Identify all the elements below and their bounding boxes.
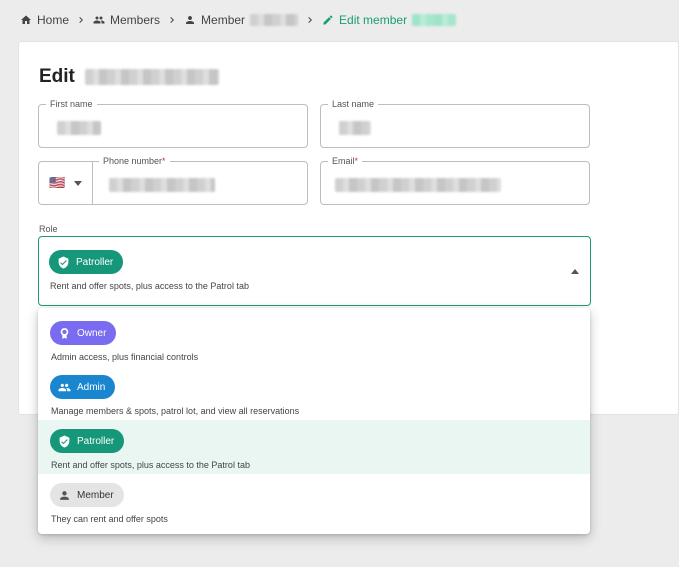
role-option-description: Manage members & spots, patrol lot, and … xyxy=(51,406,300,416)
redacted-value xyxy=(339,121,371,135)
chevron-right-icon xyxy=(69,14,93,26)
role-option-member[interactable]: Member They can rent and offer spots xyxy=(38,474,590,528)
required-marker: * xyxy=(162,156,166,166)
person-icon xyxy=(186,16,195,24)
role-chip-patroller: Patroller xyxy=(49,250,124,274)
redacted-name xyxy=(84,69,219,85)
last-name-label: Last name xyxy=(328,98,379,110)
breadcrumb-home[interactable]: Home xyxy=(20,13,69,27)
phone-label: Phone number* xyxy=(99,155,170,167)
breadcrumb-home-label: Home xyxy=(37,13,70,27)
role-option-description: Admin access, plus financial controls xyxy=(51,352,199,362)
shield-check-icon xyxy=(56,255,70,269)
pencil-icon xyxy=(323,15,333,25)
home-icon xyxy=(21,15,31,24)
person-icon xyxy=(57,488,71,502)
chevron-right-icon xyxy=(160,14,184,26)
country-select[interactable]: 🇺🇸 xyxy=(39,162,93,204)
breadcrumb-edit-label: Edit member xyxy=(339,13,408,27)
role-select[interactable]: Patroller Rent and offer spots, plus acc… xyxy=(38,236,591,306)
people-icon xyxy=(93,16,105,24)
people-icon xyxy=(57,380,71,394)
role-option-label: Patroller xyxy=(77,435,115,447)
required-marker: * xyxy=(354,156,359,166)
page-title: Edit xyxy=(39,66,219,88)
caret-down-icon xyxy=(73,180,82,186)
role-description: Rent and offer spots, plus access to the… xyxy=(50,281,249,291)
role-chip-member: Member xyxy=(50,483,124,507)
phone-label-text: Phone number xyxy=(103,156,163,166)
role-chip-label: Patroller xyxy=(76,256,114,268)
redacted-name xyxy=(250,14,299,26)
role-dropdown-menu: Owner Admin access, plus financial contr… xyxy=(38,308,590,534)
role-label: Role xyxy=(39,224,58,234)
last-name-field[interactable]: Last name xyxy=(320,98,590,148)
role-chip-owner: Owner xyxy=(50,321,117,345)
shield-check-icon xyxy=(57,434,71,448)
redacted-value xyxy=(109,178,215,192)
breadcrumb-members-label: Members xyxy=(110,13,161,27)
breadcrumb-member[interactable]: Member xyxy=(184,13,299,27)
role-option-description: They can rent and offer spots xyxy=(51,514,168,524)
us-flag-icon: 🇺🇸 xyxy=(49,175,66,190)
role-option-patroller[interactable]: Patroller Rent and offer spots, plus acc… xyxy=(38,420,590,474)
first-name-label: First name xyxy=(46,98,97,110)
chevron-right-icon xyxy=(298,14,322,26)
role-option-admin[interactable]: Admin Manage members & spots, patrol lot… xyxy=(38,366,590,420)
breadcrumb-member-label: Member xyxy=(201,13,246,27)
breadcrumb-members[interactable]: Members xyxy=(93,13,160,27)
role-option-label: Member xyxy=(77,489,114,501)
first-name-field[interactable]: First name xyxy=(38,98,308,148)
email-label-text: Email xyxy=(332,156,355,166)
email-label: Email* xyxy=(328,155,363,167)
breadcrumb: Home Members Member Edit member xyxy=(20,11,457,29)
redacted-value xyxy=(335,178,501,192)
award-icon xyxy=(57,326,71,340)
role-chip-admin: Admin xyxy=(50,375,116,399)
email-field[interactable]: Email* xyxy=(320,155,590,205)
page-title-text: Edit xyxy=(39,66,75,87)
role-chip-patroller: Patroller xyxy=(50,429,125,453)
redacted-value xyxy=(57,121,101,135)
breadcrumb-edit-member: Edit member xyxy=(322,13,457,27)
phone-field[interactable]: 🇺🇸 Phone number* xyxy=(38,155,308,205)
redacted-name xyxy=(412,14,457,26)
caret-up-icon xyxy=(571,269,579,274)
role-option-label: Owner xyxy=(77,327,107,339)
role-option-label: Admin xyxy=(77,381,106,393)
role-option-owner[interactable]: Owner Admin access, plus financial contr… xyxy=(38,312,590,366)
role-option-description: Rent and offer spots, plus access to the… xyxy=(51,460,250,470)
